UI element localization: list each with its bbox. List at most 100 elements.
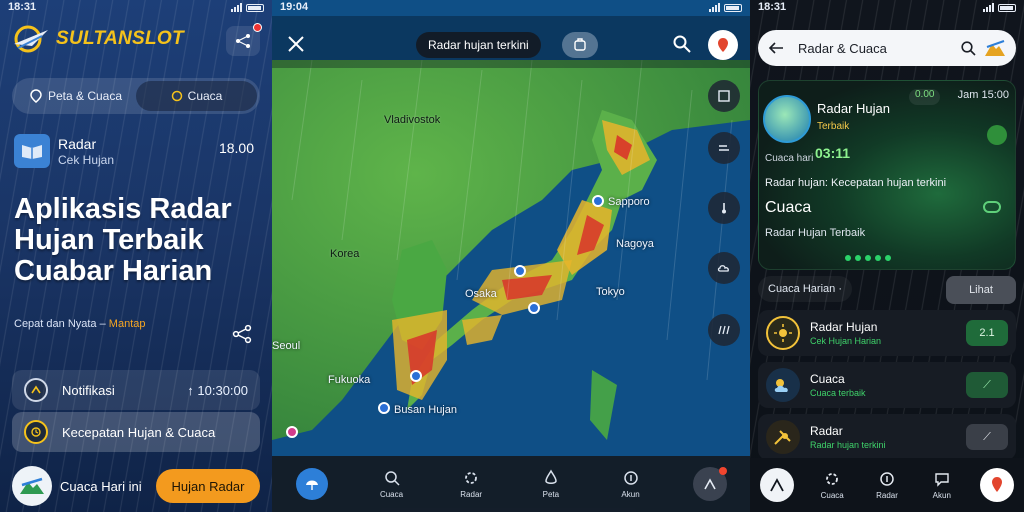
map-pin[interactable] [592, 195, 604, 207]
home-icon [760, 468, 795, 502]
nav-label: Peta [542, 490, 560, 499]
gear-icon [826, 473, 839, 485]
map-pin[interactable] [410, 370, 422, 382]
list-action-button[interactable]: 2.1 [966, 320, 1008, 346]
map-tool-wind[interactable] [708, 132, 740, 164]
map-pin[interactable] [378, 402, 390, 414]
location-pill[interactable]: Radar hujan terkini [416, 32, 541, 58]
map-pin[interactable] [528, 302, 540, 314]
satellite-icon [766, 420, 800, 454]
meta-text: Cepat dan Nyata – [14, 318, 106, 330]
hero-time: Jam 15:00 [957, 89, 1009, 101]
thermometer-icon [722, 203, 726, 214]
signal-icon [231, 3, 242, 12]
radar-summary[interactable]: Radar Cek Hujan 18.00 [14, 134, 254, 168]
umbrella-icon [295, 468, 328, 500]
nav-radar[interactable]: Radar [431, 469, 511, 499]
status-time: 19:04 [280, 1, 309, 13]
list-item[interactable]: Radar Radar hujan terkini ⟋ [758, 414, 1016, 460]
radar-book-icon [14, 134, 50, 168]
map-pin[interactable] [514, 265, 526, 277]
filter-row: Cuaca Harian · Lihat [758, 276, 1016, 304]
radar-subtitle: Cek Hujan [58, 153, 115, 167]
map-pin[interactable] [286, 426, 298, 438]
battery-icon [724, 3, 742, 12]
status-time: 18:31 [758, 1, 787, 13]
map-label: Osaka [465, 288, 497, 300]
nav-home[interactable] [272, 468, 352, 500]
map-label: Sapporo [608, 196, 650, 208]
layers-button[interactable] [562, 32, 598, 58]
status-bar: 18:31 [750, 0, 1024, 16]
nav-account[interactable]: Akun [914, 470, 969, 500]
nav-weather[interactable]: Cuaca [352, 469, 432, 499]
tab-weather[interactable]: Cuaca [136, 81, 257, 111]
nav-label: Radar [460, 490, 483, 499]
link-icon[interactable] [983, 201, 1001, 213]
tab-label: Peta & Cuaca [47, 89, 123, 103]
refresh-icon [171, 90, 182, 102]
segmented-control: Peta & Cuaca Cuaca [12, 78, 260, 114]
hero-line: Radar hujan: Kecepatan hujan terkini [765, 177, 947, 189]
list-item[interactable]: Radar Hujan Cek Hujan Harian 2.1 [758, 310, 1016, 356]
speed-card[interactable]: Kecepatan Hujan & Cuaca [12, 412, 260, 452]
radar-cta-button[interactable]: Hujan Radar [156, 469, 260, 503]
bottom-nav: Cuaca Radar Akun [750, 458, 1024, 512]
nav-weather[interactable]: Cuaca [805, 470, 860, 500]
nav-home[interactable] [750, 468, 805, 502]
map-tool-cloud[interactable] [708, 252, 740, 284]
list-sub: Cuaca terbaik [810, 388, 866, 398]
map-tool-layers[interactable] [708, 80, 740, 112]
meta-accent: Mantap [108, 318, 146, 330]
brand[interactable]: SULTANSLOT [12, 24, 184, 54]
status-icons [709, 3, 742, 12]
nav-profile[interactable] [670, 467, 750, 501]
map-tool-temp[interactable] [708, 192, 740, 224]
signal-icon [983, 3, 994, 12]
nav-map[interactable]: Peta [511, 469, 591, 499]
battery-icon [998, 3, 1016, 12]
card-value: ↑ 10:30:00 [187, 382, 248, 398]
notification-button[interactable] [226, 23, 262, 56]
tab-map-weather[interactable]: Peta & Cuaca [15, 81, 136, 111]
search-icon[interactable] [960, 40, 976, 56]
profile-avatar[interactable] [708, 30, 738, 60]
nav-radar[interactable]: Radar [860, 470, 915, 500]
list-action-button[interactable]: ⟋ [966, 372, 1008, 398]
list-text: Radar Radar hujan terkini [810, 424, 886, 450]
headline: Aplikasis Radar Hujan Terbaik Cuabar Har… [14, 193, 232, 287]
share-icon[interactable] [232, 324, 252, 344]
back-arrow-icon[interactable] [768, 41, 784, 55]
filter-dropdown[interactable]: Cuaca Harian · [758, 276, 852, 302]
card-label: Kecepatan Hujan & Cuaca [62, 424, 216, 440]
carousel-dots[interactable] [845, 255, 891, 261]
close-icon[interactable] [286, 34, 306, 54]
plant-icon[interactable] [987, 125, 1007, 145]
nav-profile[interactable] [969, 468, 1024, 502]
hero-card[interactable]: Radar Hujan Terbaik 0.00 Jam 15:00 Cuaca… [758, 80, 1016, 270]
hero-name: Radar Hujan [817, 101, 890, 116]
speed-icon [24, 378, 48, 402]
status-time: 18:31 [8, 1, 37, 13]
brand-name: SULTANSLOT [56, 28, 184, 49]
map-tool-rain[interactable] [708, 314, 740, 346]
list-action-button[interactable]: ⟋ [966, 424, 1008, 450]
nav-info[interactable]: Akun [591, 469, 671, 499]
mountain-logo-icon[interactable] [984, 39, 1006, 57]
search-icon[interactable] [672, 34, 692, 54]
nav-label: Akun [621, 490, 640, 499]
search-query: Radar & Cuaca [798, 40, 887, 56]
search-bar[interactable]: Radar & Cuaca [758, 30, 1016, 66]
nav-label: Akun [932, 491, 951, 500]
view-button[interactable]: Lihat [946, 276, 1016, 304]
list-item[interactable]: Cuaca Cuaca terbaik ⟋ [758, 362, 1016, 408]
user-icon [693, 467, 728, 501]
status-icons [983, 3, 1016, 12]
share-nodes-icon [236, 34, 250, 48]
notification-card[interactable]: Notifikasi ↑ 10:30:00 [12, 370, 260, 410]
list-title: Radar [810, 424, 843, 438]
cloud-sun-icon [766, 368, 800, 402]
map-label: Nagoya [616, 238, 654, 250]
map-label: Vladivostok [384, 114, 441, 126]
mountain-app-icon[interactable] [12, 466, 52, 506]
